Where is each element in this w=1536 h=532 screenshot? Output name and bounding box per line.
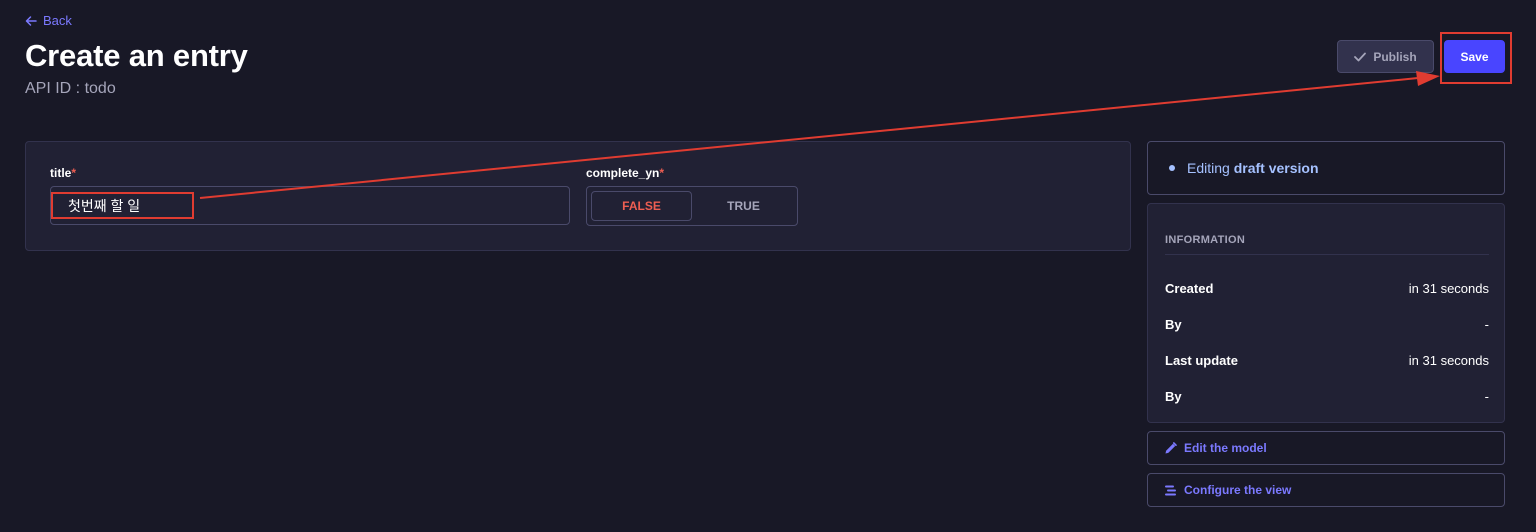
back-label: Back [43,13,72,28]
status-prefix: Editing [1187,160,1230,176]
arrow-left-icon [25,15,37,26]
configure-view-label: Configure the view [1184,483,1292,497]
info-key: By [1165,389,1182,404]
publish-button[interactable]: Publish [1337,40,1434,73]
info-value: - [1484,389,1489,404]
info-row-last-update: Last update in 31 seconds [1165,353,1489,368]
info-key: Created [1165,281,1214,296]
complete-yn-toggle: FALSE TRUE [586,186,798,226]
status-text: Editing draft version [1187,160,1319,176]
list-icon [1165,485,1176,495]
title-field-label: title* [50,166,76,180]
info-key: By [1165,317,1182,332]
edit-model-button[interactable]: Edit the model [1147,431,1505,465]
annotation-highlight-save [1440,32,1512,84]
title-label-text: title [50,166,72,180]
info-row-created-by: By - [1165,317,1489,332]
edit-model-label: Edit the model [1184,441,1267,455]
back-link[interactable]: Back [25,13,72,28]
info-row-created: Created in 31 seconds [1165,281,1489,296]
information-card: INFORMATION Created in 31 seconds By - L… [1147,203,1505,423]
complete-yn-label-text: complete_yn [586,166,660,180]
configure-view-button[interactable]: Configure the view [1147,473,1505,507]
toggle-true-option[interactable]: TRUE [694,191,793,221]
info-row-updated-by: By - [1165,389,1489,404]
publish-label: Publish [1373,49,1417,64]
api-id: API ID : todo [25,80,116,97]
required-mark: * [659,166,665,180]
required-mark: * [71,166,77,180]
pencil-icon [1165,441,1177,453]
info-value: in 31 seconds [1408,353,1489,368]
info-key: Last update [1165,353,1238,368]
annotation-highlight-title [51,192,194,219]
status-version: draft version [1233,160,1319,176]
page-title: Create an entry [25,38,248,73]
status-dot [1169,165,1175,171]
check-icon [1354,52,1367,61]
complete-yn-field-label: complete_yn* [586,166,664,180]
status-card: Editing draft version [1147,141,1505,195]
information-heading: INFORMATION [1165,234,1246,246]
toggle-false-option[interactable]: FALSE [591,191,692,221]
divider [1165,254,1489,255]
info-value: - [1484,317,1489,332]
info-value: in 31 seconds [1408,281,1489,296]
